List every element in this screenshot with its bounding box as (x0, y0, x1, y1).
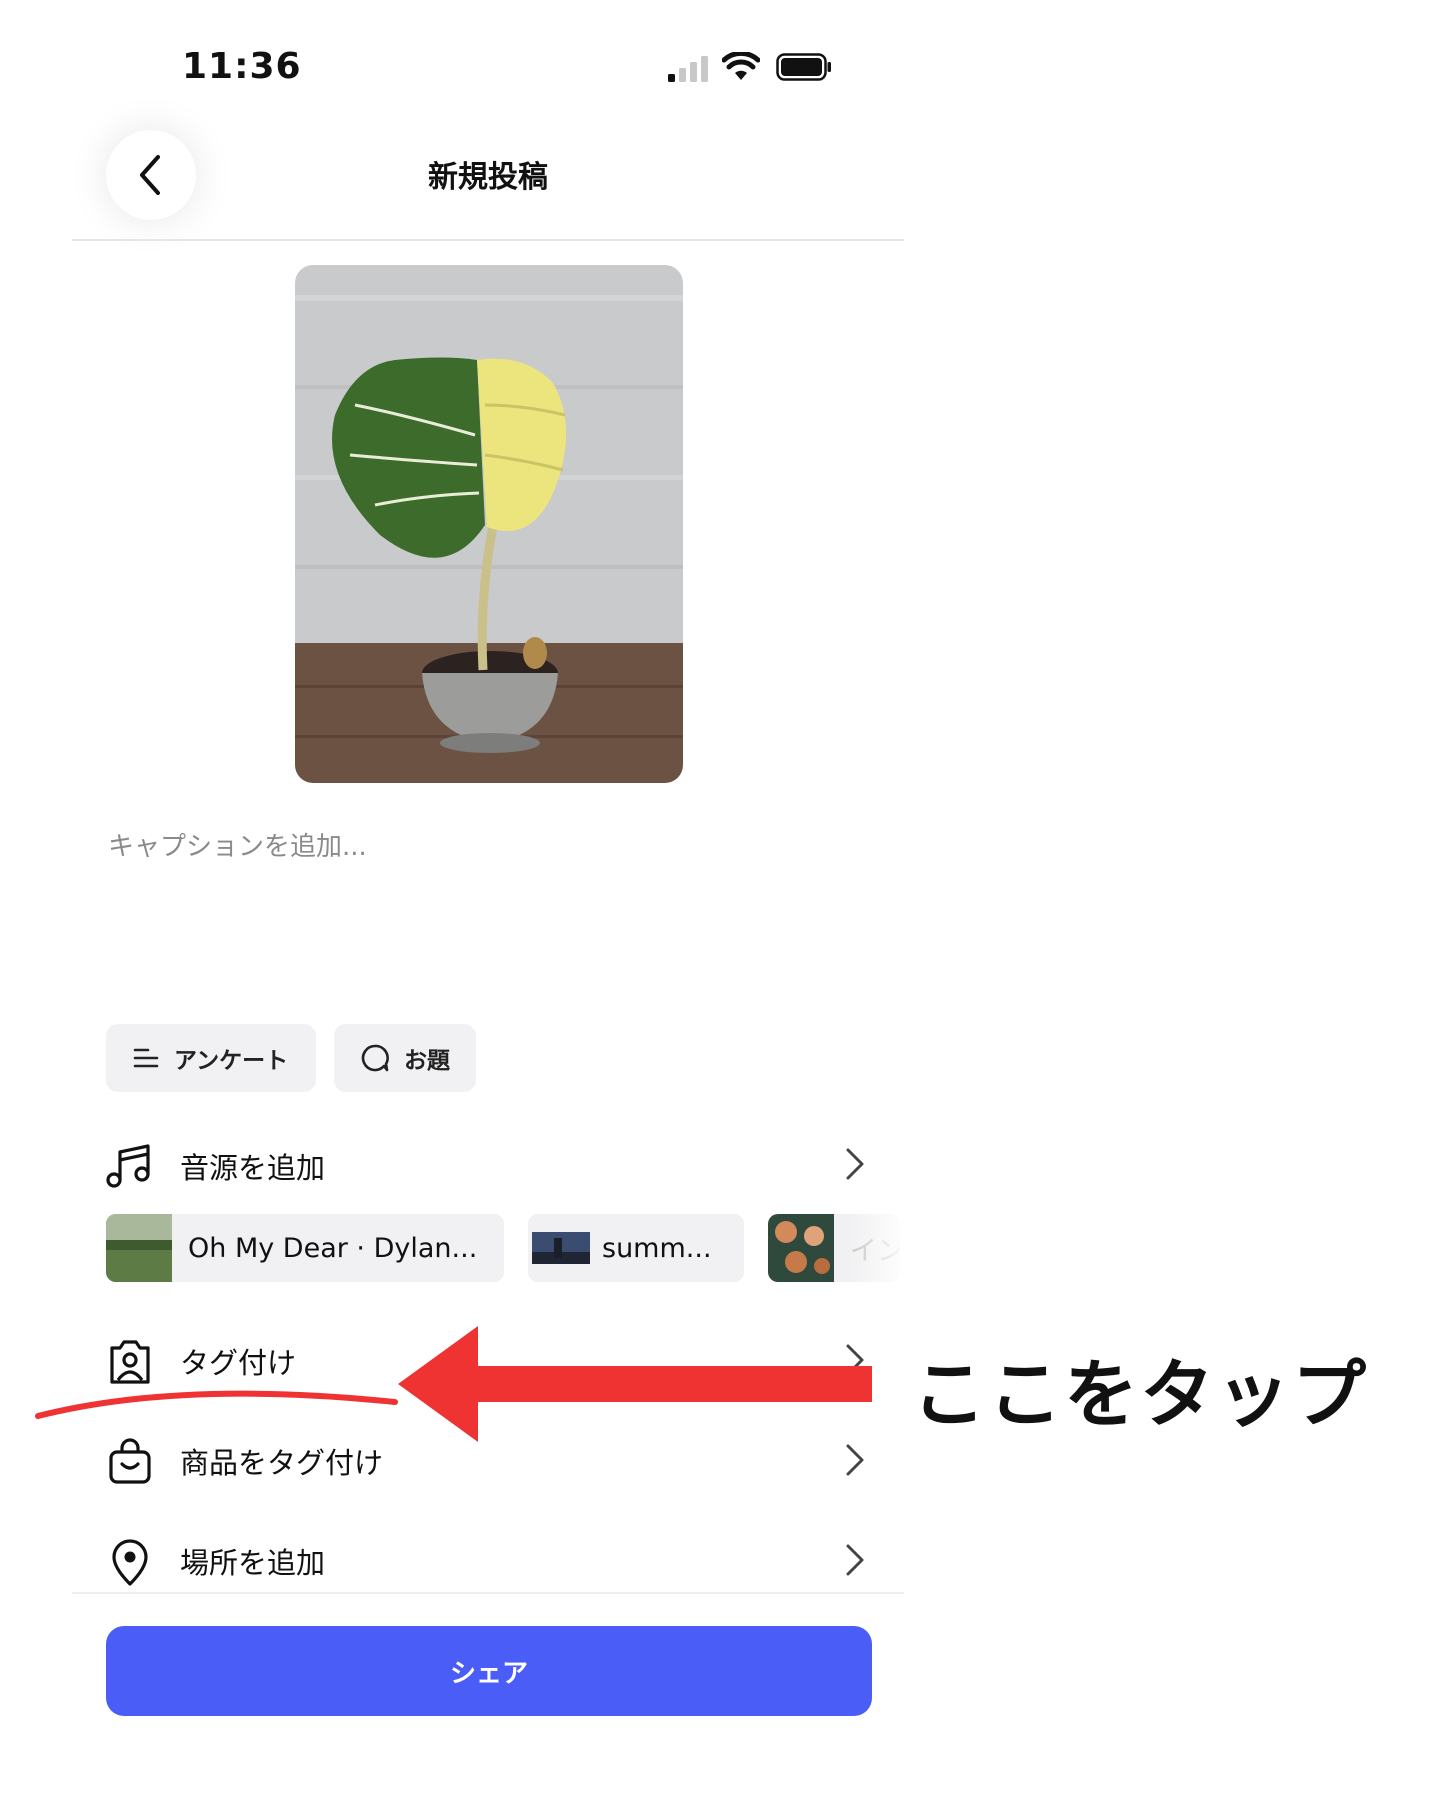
battery-icon (776, 53, 831, 81)
album-art (106, 1214, 172, 1282)
chevron-right-icon[interactable] (840, 1442, 868, 1478)
album-art (768, 1214, 834, 1282)
signal-icon (668, 56, 708, 82)
chat-bubble-icon (361, 1044, 389, 1072)
share-button[interactable]: シェア (106, 1626, 872, 1716)
chevron-right-icon[interactable] (840, 1542, 868, 1578)
wifi-icon (722, 52, 760, 80)
add-music-label[interactable]: 音源を追加 (180, 1145, 325, 1187)
music-suggestion-1[interactable]: Oh My Dear · Dylan... (106, 1214, 504, 1282)
caption-input[interactable]: キャプションを追加... (108, 826, 367, 863)
underline-stroke (35, 1390, 398, 1419)
annotation-overlay (35, 1326, 872, 1442)
footer-divider (72, 1592, 904, 1594)
list-icon (133, 1048, 159, 1068)
chevron-right-icon[interactable] (840, 1342, 868, 1378)
survey-chip[interactable]: アンケート (106, 1024, 316, 1092)
post-photo[interactable] (295, 265, 683, 783)
topic-chip-label: お題 (404, 1048, 450, 1074)
album-art (528, 1214, 594, 1282)
tag-people-label[interactable]: タグ付け (180, 1340, 296, 1382)
tag-products-label[interactable]: 商品をタグ付け (180, 1440, 383, 1482)
music-note-icon (106, 1144, 150, 1188)
annotation-text: ここをタップ (912, 1352, 1368, 1438)
topic-chip[interactable]: お題 (334, 1024, 476, 1092)
chevron-right-icon[interactable] (840, 1146, 868, 1182)
arrow-shaft (478, 1366, 872, 1402)
person-tag-icon (110, 1340, 150, 1384)
add-location-label[interactable]: 場所を追加 (180, 1540, 325, 1582)
arrow-head (398, 1326, 478, 1442)
shopping-bag-icon (109, 1438, 151, 1484)
page-title: 新規投稿 (428, 160, 548, 195)
status-time: 11:36 (182, 46, 302, 87)
music-suggestion-2[interactable]: summ... (528, 1214, 744, 1282)
survey-chip-label: アンケート (174, 1048, 289, 1074)
music-suggestion-label: summ... (602, 1232, 712, 1264)
location-pin-icon (112, 1539, 148, 1586)
music-suggestion-label: Oh My Dear · Dylan... (188, 1232, 478, 1264)
header-divider (72, 239, 904, 241)
fade-overlay (850, 1210, 910, 1286)
